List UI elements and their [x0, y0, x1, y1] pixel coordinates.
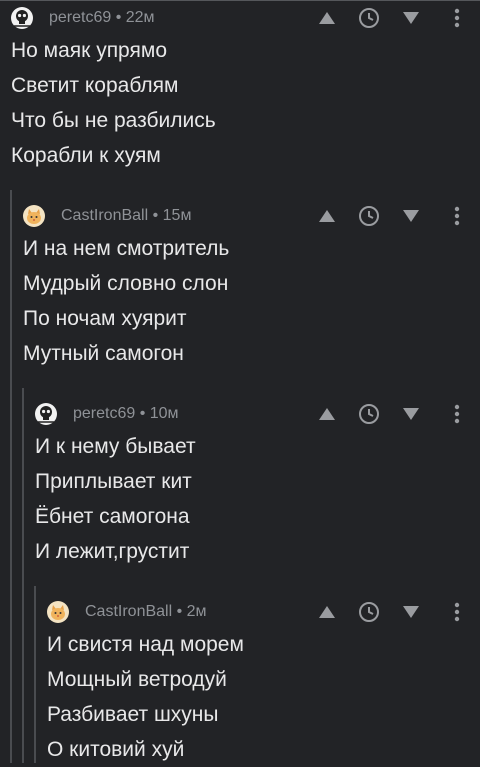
comment-line: Приплывает кит [35, 470, 192, 493]
comment-line: Ёбнет самогона [35, 505, 190, 528]
comment-line: Разбивает шхуны [47, 703, 219, 726]
skull-avatar-icon[interactable] [35, 403, 57, 425]
comment-line: Светит кораблям [11, 74, 179, 97]
comment-line: Мощный ветродуй [47, 668, 227, 691]
comment: CastIronBall • 15м И на нем смотритель М… [23, 204, 480, 374]
clock-icon[interactable] [357, 600, 381, 624]
more-icon[interactable] [445, 6, 469, 30]
comment-actions [315, 6, 475, 30]
cat-avatar-icon[interactable] [23, 205, 45, 227]
comment-body: Но маяк упрямо Светит кораблям Что бы не… [11, 33, 216, 173]
comment-line: О китовий хуй [47, 738, 185, 761]
clock-icon[interactable] [357, 6, 381, 30]
comment-body: И к нему бывает Приплывает кит Ёбнет сам… [35, 429, 196, 569]
downvote-icon[interactable] [399, 6, 423, 30]
comment-header: peretc69 • 22м [11, 6, 155, 30]
comment-meta[interactable]: peretc69 • 10м [73, 405, 179, 423]
thread-line[interactable] [34, 586, 36, 763]
clock-icon[interactable] [357, 402, 381, 426]
comment: peretc69 • 22м Но маяк упрямо Светит кор… [11, 6, 480, 176]
comment-header: CastIronBall • 2м [47, 600, 207, 624]
more-icon[interactable] [445, 600, 469, 624]
comment-line: И к нему бывает [35, 435, 196, 458]
comment-meta[interactable]: peretc69 • 22м [49, 9, 155, 27]
clock-icon[interactable] [357, 204, 381, 228]
downvote-icon[interactable] [399, 204, 423, 228]
skull-avatar-icon[interactable] [11, 7, 33, 29]
comment-line: И на нем смотритель [23, 237, 230, 260]
comment: peretc69 • 10м И к нему бывает Приплывае… [35, 402, 480, 572]
downvote-icon[interactable] [399, 402, 423, 426]
upvote-icon[interactable] [315, 6, 339, 30]
more-icon[interactable] [445, 204, 469, 228]
thread-line[interactable] [22, 388, 24, 763]
upvote-icon[interactable] [315, 600, 339, 624]
comment-line: И лежит,грустит [35, 540, 190, 563]
comment-meta[interactable]: CastIronBall • 2м [85, 603, 207, 621]
downvote-icon[interactable] [399, 600, 423, 624]
comment-body: И на нем смотритель Мудрый словно слон П… [23, 231, 229, 371]
comment-line: И свистя над морем [47, 633, 244, 656]
comment-line: Корабли к хуям [11, 144, 161, 167]
upvote-icon[interactable] [315, 204, 339, 228]
top-divider [0, 0, 480, 1]
more-icon[interactable] [445, 402, 469, 426]
comment-line: Но маяк упрямо [11, 39, 167, 62]
comment: CastIronBall • 2м И свистя над морем Мощ… [47, 600, 480, 763]
comment-line: По ночам хуярит [23, 307, 187, 330]
thread-line[interactable] [10, 190, 12, 763]
comment-line: Мутный самогон [23, 342, 184, 365]
comment-actions [315, 204, 475, 228]
comment-body: И свистя над морем Мощный ветродуй Разби… [47, 627, 244, 767]
comment-header: peretc69 • 10м [35, 402, 179, 426]
comment-header: CastIronBall • 15м [23, 204, 191, 228]
upvote-icon[interactable] [315, 402, 339, 426]
comment-line: Что бы не разбились [11, 109, 216, 132]
comment-meta[interactable]: CastIronBall • 15м [61, 207, 191, 225]
comment-actions [315, 402, 475, 426]
comment-line: Мудрый словно слон [23, 272, 229, 295]
comment-actions [315, 600, 475, 624]
cat-avatar-icon[interactable] [47, 601, 69, 623]
